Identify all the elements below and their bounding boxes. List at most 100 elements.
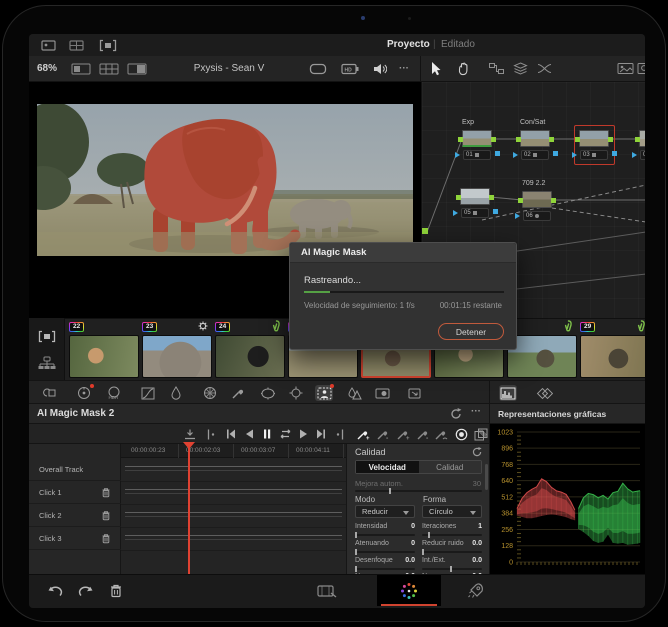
node-01-output[interactable] (491, 137, 496, 142)
hdr-wheels-tool-icon[interactable]: HDR (105, 385, 123, 401)
mask-overlay-toggle-icon[interactable] (453, 427, 469, 441)
effects-tool-icon[interactable] (373, 385, 391, 401)
track-insert-icon[interactable] (182, 427, 198, 441)
tab-velocidad[interactable]: Velocidad (356, 461, 419, 473)
warper-tool-icon[interactable] (201, 385, 219, 401)
node-layers-icon[interactable] (513, 62, 528, 75)
clip-title[interactable]: Pxysis - Sean V (164, 63, 294, 74)
track-pause-icon[interactable] (259, 427, 275, 441)
reset-settings-icon[interactable] (471, 446, 483, 458)
waveform-scope[interactable]: 10238967686405123842561280 (490, 424, 645, 574)
delete-track-icon[interactable] (101, 510, 111, 521)
audio-speaker-icon[interactable] (373, 63, 387, 75)
sizing-tool-icon[interactable] (405, 385, 423, 401)
node-06-input[interactable] (518, 198, 523, 203)
param-int-ext[interactable]: Int./Ext.0.0 (422, 557, 482, 573)
delete-trash-icon[interactable] (109, 583, 123, 598)
delete-track-icon[interactable] (101, 533, 111, 544)
node-04-key-input[interactable] (632, 152, 637, 158)
track-in-point-icon[interactable] (203, 427, 219, 441)
param-desenfoque[interactable]: Desenfoque0.0 (355, 557, 415, 573)
split-viewer-icon[interactable] (127, 63, 147, 75)
picker-add-stroke-icon[interactable]: + (395, 427, 411, 441)
picker-add-icon[interactable]: + (355, 427, 371, 441)
click-3-row[interactable]: Click 3 (29, 527, 121, 550)
node-02-key-input[interactable] (513, 152, 518, 158)
viewer-video-frame[interactable] (37, 104, 413, 256)
clips-view-icon[interactable] (38, 330, 56, 343)
track-out-point-icon[interactable] (331, 427, 347, 441)
param-atenuando[interactable]: Atenuando0 (355, 540, 415, 556)
click-1-row[interactable]: Click 1 (29, 481, 121, 504)
track-skip-last-icon[interactable] (313, 427, 329, 441)
clip-29-thumbnail[interactable] (580, 335, 645, 378)
clip-24-thumbnail[interactable] (215, 335, 285, 378)
redo-icon[interactable] (77, 584, 94, 598)
project-label[interactable]: Proyecto (387, 39, 430, 50)
node-04[interactable]: 04 (639, 130, 645, 160)
bypass-grades-icon[interactable] (309, 63, 327, 75)
single-viewer-icon[interactable] (71, 63, 91, 75)
add-node-icon[interactable] (489, 62, 504, 75)
tracker-tool-icon[interactable] (287, 385, 305, 401)
viewer-options-menu-icon[interactable]: ··· (399, 63, 409, 74)
node-06-key-input[interactable] (515, 213, 520, 219)
lightbox-search-icon[interactable] (637, 62, 645, 75)
node-01-key-output[interactable] (495, 151, 500, 156)
node-05-key-input[interactable] (453, 210, 458, 216)
power-window-tool-icon[interactable] (259, 385, 277, 401)
tracker-ruler[interactable]: 00:00:00:23 00:00:02:03 00:00:03:07 00:0… (121, 444, 346, 458)
mode-dropdown[interactable]: Reducir (355, 505, 415, 518)
node-05[interactable]: 05 (460, 188, 490, 218)
picker-tool-icon[interactable] (229, 385, 247, 401)
node-03-key-output[interactable] (612, 151, 617, 156)
tracker-playhead[interactable] (188, 444, 190, 574)
matte-compare-icon[interactable] (473, 427, 489, 441)
color-wheels-tool-icon[interactable] (75, 385, 93, 401)
clip-24[interactable]: 24 (213, 319, 285, 381)
node-05-input[interactable] (456, 195, 461, 200)
curves-tool-icon[interactable] (139, 385, 157, 401)
tracker-playhead-handle[interactable] (183, 442, 195, 449)
reset-panel-icon[interactable] (449, 407, 463, 421)
clip-28-thumbnail[interactable] (507, 335, 577, 378)
overall-track-row[interactable]: Overall Track (29, 458, 121, 481)
param-reducir-ruido[interactable]: Reducir ruido0.0 (422, 540, 482, 556)
blur-tool-icon[interactable] (345, 385, 363, 401)
node-05-output[interactable] (489, 195, 494, 200)
node-03-selected[interactable]: 03 (579, 130, 609, 160)
node-02-input[interactable] (516, 137, 521, 142)
gallery-still-icon[interactable] (617, 62, 634, 75)
node-01[interactable]: Exp 01 (462, 130, 492, 160)
color-page-tab[interactable] (377, 575, 441, 606)
track-bidirectional-icon[interactable] (277, 427, 293, 441)
proxy-hd-icon[interactable]: HD (341, 63, 359, 75)
track-reverse-icon[interactable] (241, 427, 257, 441)
click-2-row[interactable]: Click 2 (29, 504, 121, 527)
grid-viewer-icon[interactable] (99, 63, 119, 75)
auto-improve-slider[interactable] (355, 490, 482, 492)
lut-browser-icon[interactable] (69, 39, 85, 52)
scopes-histogram-icon[interactable] (499, 385, 517, 401)
clip-brackets-icon[interactable] (99, 39, 117, 52)
dialog-header[interactable]: AI Magic Mask (290, 243, 516, 263)
stop-tracking-button[interactable]: Detener (438, 323, 504, 340)
shape-dropdown[interactable]: Círculo (422, 505, 482, 518)
track-forward-icon[interactable] (295, 427, 311, 441)
edit-page-icon[interactable] (317, 584, 337, 598)
node-03-key-input[interactable] (572, 152, 577, 158)
settings-scrollbar[interactable] (485, 464, 488, 490)
deliver-page-rocket-icon[interactable] (467, 582, 485, 600)
ai-magic-mask-dialog[interactable]: AI Magic Mask Rastreando... Velocidad de… (289, 242, 517, 350)
viewer-zoom-level[interactable]: 68% (37, 63, 57, 74)
param-intensidad[interactable]: Intensidad0 (355, 523, 415, 539)
magic-mask-tool-icon[interactable] (315, 385, 333, 401)
clip-23[interactable]: 23 (140, 319, 212, 381)
color-space-tool-icon[interactable] (41, 385, 59, 401)
node-03-input[interactable] (575, 137, 580, 142)
clip-23-thumbnail[interactable] (142, 335, 212, 378)
keyframes-icon[interactable] (535, 385, 553, 401)
clip-22-thumbnail[interactable] (69, 335, 139, 378)
node-02[interactable]: Con/Sat 02 (520, 130, 550, 160)
node-01-input[interactable] (458, 137, 463, 142)
